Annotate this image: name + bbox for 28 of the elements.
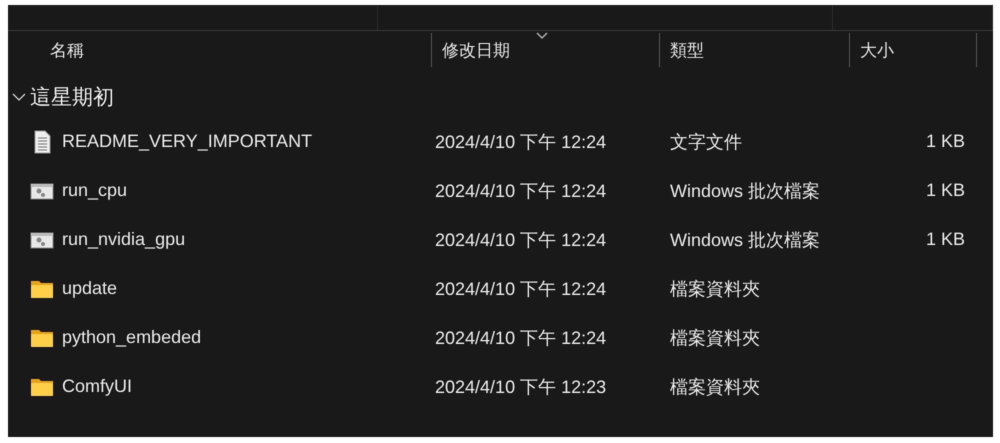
- type-cell: 檔案資料夾: [670, 328, 760, 348]
- date-cell: 2024/4/10 下午 12:24: [435, 328, 606, 348]
- type-cell: 文字文件: [670, 132, 742, 152]
- group-header: 這星期初: [30, 85, 114, 111]
- file-name[interactable]: update: [62, 278, 118, 299]
- type-cell: Windows 批次檔案: [670, 180, 820, 200]
- column-header[interactable]: 修改日期: [432, 33, 660, 67]
- size-cell: 1 KB: [926, 229, 965, 249]
- date-cell: 2024/4/10 下午 12:24: [435, 180, 606, 200]
- size-cell: 1 KB: [926, 180, 965, 200]
- date-cell: 2024/4/10 下午 12:23: [435, 376, 606, 396]
- type-cell: 檔案資料夾: [670, 376, 760, 396]
- sort-caret-icon: [536, 32, 548, 40]
- type-cell: 檔案資料夾: [670, 278, 760, 298]
- date-cell: 2024/4/10 下午 12:24: [435, 278, 606, 298]
- size-cell: 1 KB: [926, 131, 965, 151]
- column-header[interactable]: 大小: [850, 33, 977, 67]
- file-name[interactable]: run_cpu: [62, 180, 128, 201]
- column-header[interactable]: 類型: [660, 33, 850, 67]
- file-name[interactable]: ComfyUI: [62, 376, 132, 397]
- file-name[interactable]: python_embeded: [62, 327, 202, 348]
- date-cell: 2024/4/10 下午 12:24: [435, 132, 606, 152]
- file-name[interactable]: run_nvidia_gpu: [62, 229, 186, 250]
- date-cell: 2024/4/10 下午 12:24: [435, 230, 606, 250]
- chevron-icon[interactable]: [12, 92, 26, 102]
- file-name[interactable]: README_VERY_IMPORTANT: [62, 131, 312, 152]
- type-cell: Windows 批次檔案: [670, 230, 820, 250]
- column-header[interactable]: 名稱: [8, 33, 432, 67]
